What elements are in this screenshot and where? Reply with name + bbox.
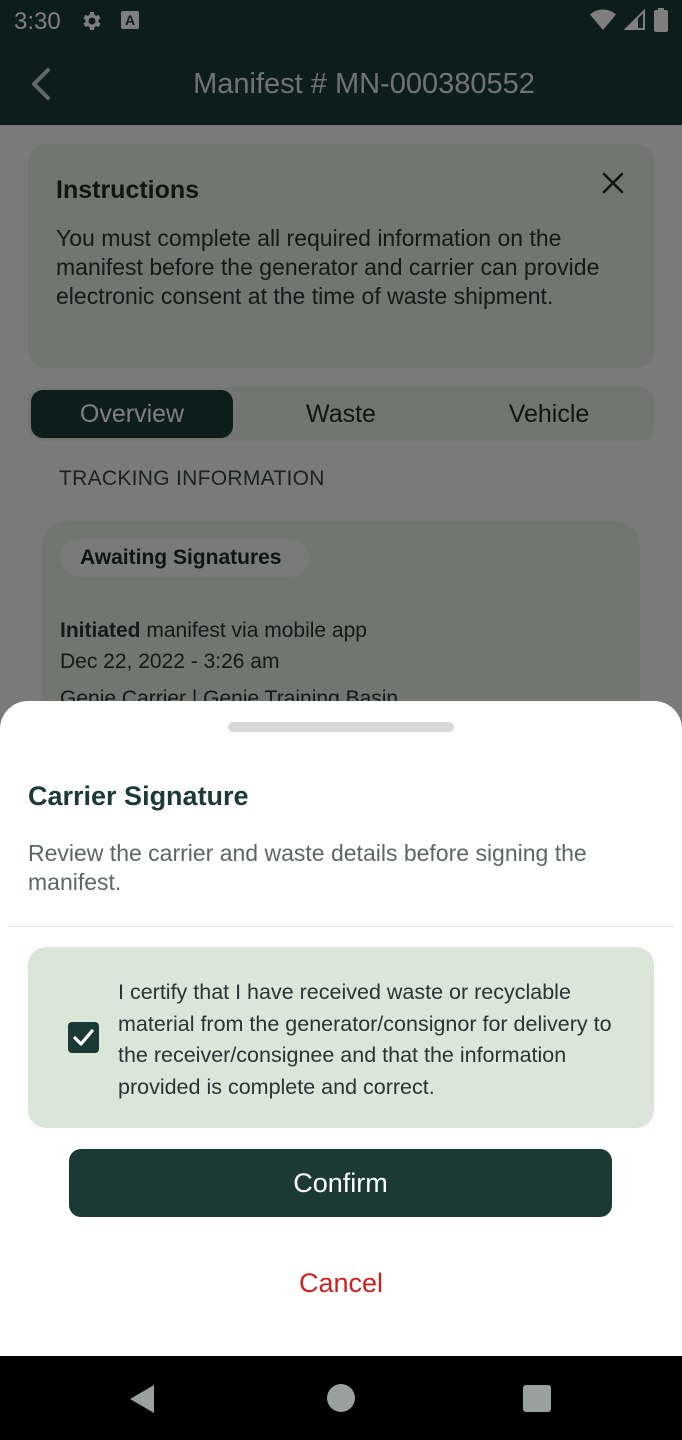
nav-back-icon[interactable] xyxy=(128,1384,156,1414)
carrier-signature-sheet: Carrier Signature Review the carrier and… xyxy=(0,701,682,1356)
checkmark-icon xyxy=(73,1029,94,1046)
confirm-button[interactable]: Confirm xyxy=(69,1149,612,1217)
sheet-description: Review the carrier and waste details bef… xyxy=(28,840,587,895)
nav-home-icon[interactable] xyxy=(327,1384,355,1412)
nav-recents-icon[interactable] xyxy=(523,1385,551,1412)
sheet-title: Carrier Signature xyxy=(28,781,249,811)
divider xyxy=(8,926,674,927)
certify-checkbox[interactable] xyxy=(68,1022,99,1053)
drag-handle[interactable] xyxy=(228,722,454,732)
certification-box[interactable]: I certify that I have received waste or … xyxy=(28,947,654,1128)
certify-text: I certify that I have received waste or … xyxy=(118,980,612,1099)
cancel-button[interactable]: Cancel xyxy=(241,1261,441,1305)
system-nav-bar xyxy=(0,1356,682,1440)
